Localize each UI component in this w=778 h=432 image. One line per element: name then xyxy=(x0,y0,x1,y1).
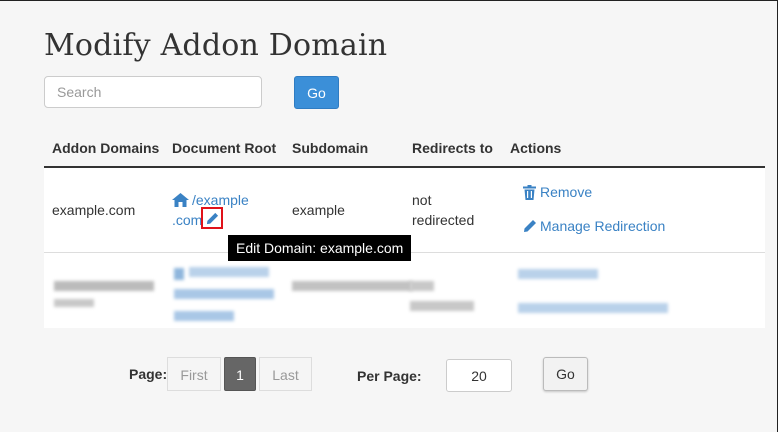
per-page-input[interactable] xyxy=(446,359,512,392)
document-root-path: /example xyxy=(192,192,249,208)
redacted-content xyxy=(189,267,269,277)
current-page-button[interactable]: 1 xyxy=(224,357,256,391)
page-title: Modify Addon Domain xyxy=(44,28,388,63)
redacted-content xyxy=(54,281,154,291)
per-page-go-button[interactable]: Go xyxy=(543,357,588,391)
manage-redirection-label: Manage Redirection xyxy=(540,218,666,234)
header-addon-domains[interactable]: Addon Domains xyxy=(52,140,159,156)
redacted-content xyxy=(410,301,474,311)
redacted-content xyxy=(518,303,668,313)
first-page-button[interactable]: First xyxy=(167,357,221,391)
redacted-content xyxy=(410,281,434,291)
edit-document-root-button[interactable] xyxy=(201,207,223,229)
search-input[interactable] xyxy=(44,76,262,108)
cell-addon-domain: example.com xyxy=(52,202,136,218)
header-subdomain[interactable]: Subdomain xyxy=(292,140,368,156)
cell-redirect-status-line2: redirected xyxy=(412,212,475,228)
redacted-content xyxy=(518,269,598,279)
redacted-content xyxy=(54,299,94,307)
redacted-content xyxy=(292,281,412,291)
cell-subdomain: example xyxy=(292,202,345,218)
table-header: Addon Domains Document Root Subdomain Re… xyxy=(44,128,765,168)
remove-button[interactable]: Remove xyxy=(523,184,592,200)
redacted-content xyxy=(174,311,234,321)
remove-label: Remove xyxy=(540,184,593,200)
header-document-root[interactable]: Document Root xyxy=(172,140,276,156)
edit-domain-tooltip: Edit Domain: example.com xyxy=(228,235,412,261)
manage-redirection-button[interactable]: Manage Redirection xyxy=(523,218,665,234)
header-actions: Actions xyxy=(510,140,562,156)
page-label: Page: xyxy=(129,366,168,382)
header-redirects-to[interactable]: Redirects to xyxy=(412,140,493,156)
trash-icon xyxy=(523,184,536,200)
redacted-content xyxy=(174,268,184,280)
redacted-content xyxy=(174,289,274,299)
pencil-icon xyxy=(206,212,218,224)
pencil-icon xyxy=(524,220,536,232)
search-go-button[interactable]: Go xyxy=(294,76,339,109)
table-row-redacted xyxy=(44,253,765,328)
per-page-label: Per Page: xyxy=(357,368,422,384)
document-root-link[interactable]: /example xyxy=(172,192,249,208)
addon-domains-table: Addon Domains Document Root Subdomain Re… xyxy=(44,128,765,328)
document-root-link-continued[interactable]: .com xyxy=(172,212,202,228)
window-top-border xyxy=(0,0,778,1)
cell-redirect-status-line1: not xyxy=(412,192,432,208)
home-icon xyxy=(172,193,189,207)
last-page-button[interactable]: Last xyxy=(259,357,312,391)
